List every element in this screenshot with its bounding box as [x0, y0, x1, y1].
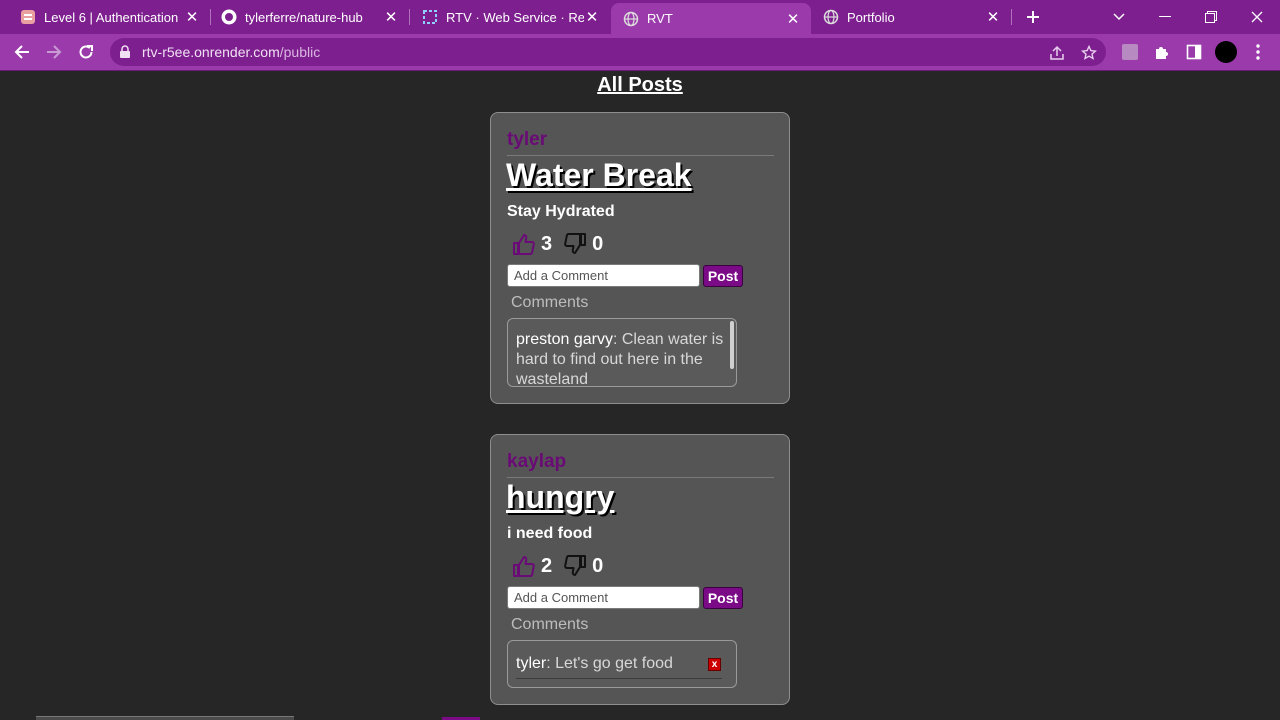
tab-title: tylerferre/nature-hub	[245, 9, 363, 25]
forward-button[interactable]	[40, 38, 68, 66]
comment-input[interactable]	[507, 264, 700, 287]
comment-author: tyler	[516, 655, 547, 672]
post-comment-button[interactable]: Post	[703, 587, 743, 609]
scrollbar[interactable]	[730, 321, 734, 369]
comments-heading: Comments	[511, 616, 589, 633]
close-tab-icon[interactable]: ✕	[584, 9, 600, 26]
post-description: i need food	[507, 525, 593, 542]
tab-title: Portfolio	[847, 9, 895, 25]
post-card: tyler Water Break Stay Hydrated 3 0 Post…	[490, 112, 790, 404]
vote-controls: 2 0	[511, 553, 613, 579]
lock-icon[interactable]	[119, 45, 131, 64]
minimize-button[interactable]	[1142, 0, 1188, 34]
tab-render[interactable]: RTV · Web Service · Render ✕	[410, 0, 610, 34]
page-title: All Posts	[597, 74, 683, 96]
dislike-count: 0	[592, 554, 604, 577]
github-icon	[221, 9, 237, 25]
url-path: /public	[279, 44, 321, 60]
plus-icon	[1027, 11, 1039, 23]
arrow-left-icon	[14, 45, 29, 59]
document-icon	[20, 9, 36, 25]
tab-search-button[interactable]	[1096, 0, 1142, 34]
comment-text: Let's go get food	[555, 655, 673, 672]
share-icon[interactable]	[1048, 44, 1066, 62]
comment-separator: :	[612, 331, 622, 348]
tab-title: RVT	[647, 11, 673, 26]
like-count: 2	[541, 554, 553, 577]
tab-level6[interactable]: Level 6 | Authentication ✕	[0, 0, 210, 34]
post-title: hungry	[506, 479, 615, 515]
close-tab-icon[interactable]: ✕	[184, 9, 200, 26]
side-panel-icon[interactable]	[1183, 41, 1205, 63]
close-tab-icon[interactable]: ✕	[785, 11, 801, 28]
restore-button[interactable]	[1188, 0, 1234, 34]
post-comment-button[interactable]: Post	[703, 265, 743, 287]
minimize-icon	[1159, 16, 1171, 17]
profile-avatar[interactable]	[1215, 41, 1237, 63]
post-title: Water Break	[506, 157, 692, 193]
url-text: rtv-r5ee.onrender.com/public	[142, 44, 320, 60]
address-bar[interactable]: rtv-r5ee.onrender.com/public	[110, 38, 1106, 66]
comments-heading: Comments	[511, 294, 589, 311]
comments-list: tyler: Let's go get food x	[507, 640, 737, 688]
tab-title: RTV · Web Service · Render	[446, 9, 584, 25]
thumbs-down-icon[interactable]	[562, 554, 588, 578]
vote-controls: 3 0	[511, 231, 613, 257]
thumbs-down-icon[interactable]	[562, 232, 588, 256]
like-count: 3	[541, 232, 553, 255]
close-tab-icon[interactable]: ✕	[383, 9, 399, 26]
post-card: kaylap hungry i need food 2 0 Post Comme…	[490, 434, 790, 705]
chevron-down-icon	[1113, 13, 1125, 21]
tab-title: Level 6 | Authentication	[44, 9, 179, 25]
bookmark-star-icon[interactable]	[1080, 44, 1098, 62]
horizontal-scrollbar[interactable]	[36, 716, 294, 720]
comment-author: preston garvy	[516, 331, 613, 348]
menu-kebab-icon[interactable]	[1247, 41, 1269, 63]
close-tab-icon[interactable]: ✕	[985, 9, 1001, 26]
globe-icon	[623, 11, 639, 27]
post-author: kaylap	[507, 451, 567, 472]
back-button[interactable]	[8, 38, 36, 66]
post-description: Stay Hydrated	[507, 203, 615, 220]
tab-portfolio[interactable]: Portfolio ✕	[811, 0, 1011, 34]
close-window-button[interactable]	[1234, 0, 1280, 34]
render-icon	[422, 9, 438, 25]
tab-rvt[interactable]: RVT ✕	[611, 3, 811, 34]
delete-comment-button[interactable]: x	[708, 658, 721, 671]
tab-github[interactable]: tylerferre/nature-hub ✕	[211, 0, 409, 34]
reload-button[interactable]	[72, 38, 100, 66]
restore-icon	[1205, 11, 1217, 23]
dislike-count: 0	[592, 232, 604, 255]
close-icon	[1251, 11, 1263, 23]
comments-list[interactable]: preston garvy: Clean water is hard to fi…	[507, 318, 737, 387]
comment-input[interactable]	[507, 586, 700, 609]
post-author: tyler	[507, 129, 548, 150]
url-host: rtv-r5ee.onrender.com	[142, 44, 280, 60]
divider	[516, 678, 722, 679]
divider	[507, 477, 774, 478]
comment-item: preston garvy: Clean water is hard to fi…	[508, 319, 736, 386]
extension-icon[interactable]	[1119, 41, 1141, 63]
comment-separator: :	[546, 655, 556, 672]
browser-tab-strip: Level 6 | Authentication ✕ tylerferre/na…	[0, 0, 1280, 34]
thumbs-up-icon[interactable]	[511, 232, 537, 256]
globe-icon	[823, 9, 839, 25]
new-tab-button[interactable]	[1010, 0, 1056, 34]
arrow-right-icon	[47, 45, 62, 59]
reload-icon	[79, 45, 93, 59]
thumbs-up-icon[interactable]	[511, 554, 537, 578]
divider	[507, 155, 774, 156]
puzzle-icon[interactable]	[1151, 41, 1173, 63]
